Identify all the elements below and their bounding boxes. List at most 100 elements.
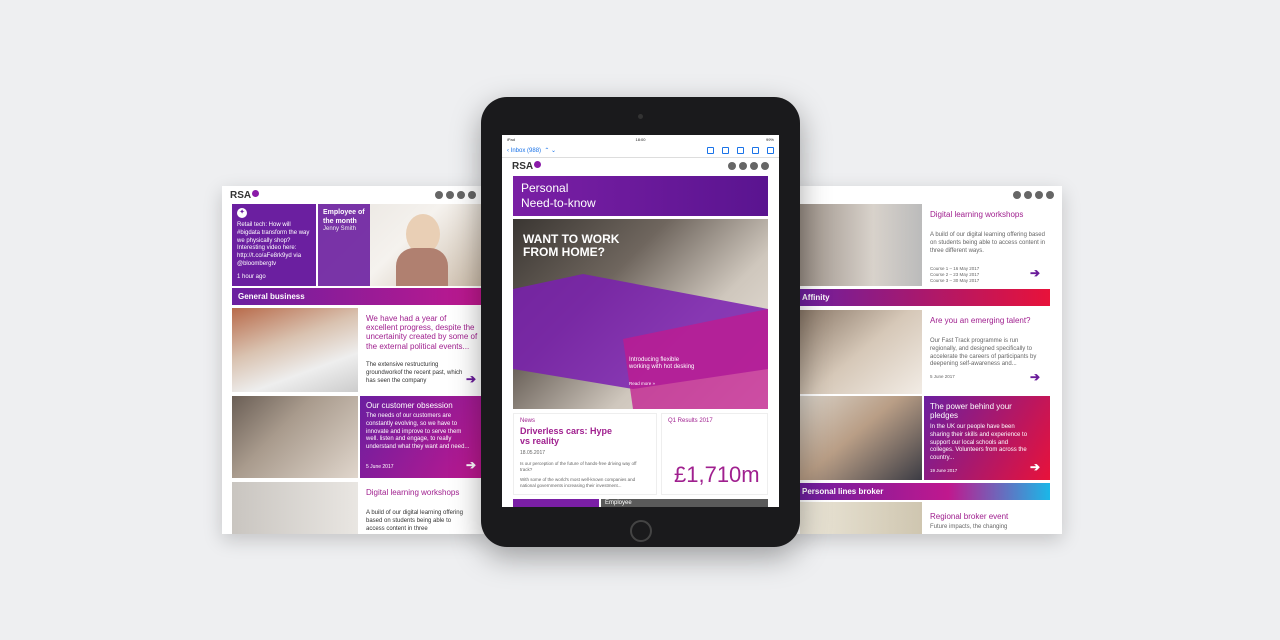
ipad-device: iPad 18:00 99% ‹ Inbox (988) ⌃ ⌄ RSA Per…	[481, 97, 800, 547]
arrow-right-icon[interactable]: ➔	[466, 458, 476, 472]
article-photo-broker	[800, 502, 922, 534]
arrow-right-icon[interactable]: ➔	[1030, 370, 1040, 384]
right-article1-title[interactable]: Digital learning workshops	[930, 210, 1040, 219]
news-date: 18.05.2017	[520, 450, 546, 456]
banner-subtitle: Need-to-know	[521, 196, 596, 210]
arrow-right-icon[interactable]: ➔	[1030, 460, 1040, 474]
arrow-right-icon[interactable]: ➔	[1030, 266, 1040, 280]
twitter-icon[interactable]	[446, 191, 454, 199]
inbox-back-button[interactable]: ‹ Inbox (988) ⌃ ⌄	[507, 147, 556, 154]
customer-obsession-card[interactable]: Our customer obsession The needs of our …	[360, 396, 484, 478]
home-button[interactable]	[630, 520, 652, 542]
tweet-text: Retail tech: How will #bigdata transform…	[237, 222, 310, 267]
facebook-icon[interactable]	[1013, 191, 1021, 199]
article1-title[interactable]: We have had a year of excellent progress…	[366, 314, 478, 351]
bottom-card-purple	[513, 499, 599, 507]
right-article4-title[interactable]: Regional broker event	[930, 512, 1040, 521]
news-label: News	[520, 418, 536, 424]
banner-title: Personal	[521, 181, 569, 195]
article3-body: A build of our digital learning offering…	[366, 510, 463, 532]
right-newsletter-panel: Digital learning workshops A build of ou…	[796, 186, 1062, 534]
hero-caption: Introducing flexible working with hot de…	[629, 357, 695, 371]
twitter-icon: ✦	[237, 208, 247, 218]
social-icons	[728, 162, 769, 170]
bottom-card-employee: Employee	[601, 499, 768, 507]
googleplus-icon[interactable]	[1035, 191, 1043, 199]
personal-banner: Personal Need-to-know	[513, 176, 768, 216]
tweet-time: 1 hour ago	[237, 274, 266, 280]
article2-date: 5 June 2017	[366, 464, 394, 470]
results-card[interactable]: Q1 Results 2017 £1,710m	[661, 413, 768, 495]
article-photo-cyclist	[232, 482, 358, 534]
tweet-card[interactable]: ✦ Retail tech: How will #bigdata transfo…	[232, 204, 316, 286]
twitter-icon[interactable]	[1024, 191, 1032, 199]
compose-icon[interactable]	[767, 146, 774, 154]
trash-icon[interactable]	[737, 146, 744, 154]
status-bar: iPad 18:00 99%	[502, 135, 779, 143]
right-article2-body: Our Fast Track programme is run regional…	[930, 338, 1037, 368]
device-label: iPad	[507, 136, 516, 142]
article2-body: The needs of our customers are constantl…	[366, 413, 470, 451]
folder-icon[interactable]	[722, 146, 729, 154]
camera-icon	[638, 114, 643, 119]
news-card[interactable]: News Driverless cars: Hype vs reality 18…	[513, 413, 657, 495]
left-topbar: RSA	[222, 186, 484, 204]
flag-icon[interactable]	[707, 146, 714, 154]
course-item: Course 3 – 30 May 2017	[930, 277, 980, 283]
hero-banner[interactable]: WANT TO WORK FROM HOME? Introducing flex…	[513, 219, 768, 409]
right-article3-title: The power behind your pledges	[930, 402, 1012, 421]
reply-icon[interactable]	[752, 146, 759, 154]
battery: 99%	[765, 136, 774, 142]
section-general-business: General business	[232, 288, 484, 305]
results-value: £1,710m	[674, 462, 760, 487]
right-article2-date: 5 June 2017	[930, 374, 955, 379]
article-photo-meeting	[800, 310, 922, 394]
article-photo-cyclist	[800, 204, 922, 286]
section-affinity: Affinity	[796, 289, 1050, 306]
news-title: Driverless cars: Hype vs reality	[520, 426, 613, 446]
right-article2-title[interactable]: Are you an emerging talent?	[930, 316, 1040, 325]
right-article1-body: A build of our digital learning offering…	[930, 232, 1046, 254]
hero-headline: WANT TO WORK FROM HOME?	[523, 232, 620, 260]
inbox-label: Inbox (988)	[510, 147, 542, 154]
course-item: Course 1 – 16 May 2017	[930, 266, 980, 271]
pledges-card[interactable]: The power behind your pledges In the UK …	[924, 396, 1050, 480]
social-icons	[1013, 191, 1054, 199]
news-body: Is our perception of the future of hands…	[520, 461, 637, 472]
article-photo-dog	[232, 396, 358, 478]
article-photo-laptop	[232, 308, 358, 392]
clock: 18:00	[635, 136, 646, 142]
read-more-link[interactable]: Read more »	[629, 381, 655, 386]
course-list: Course 1 – 16 May 2017 Course 2 – 23 May…	[930, 266, 979, 284]
right-article3-body: In the UK our people have been sharing t…	[930, 424, 1028, 462]
social-icons	[435, 191, 476, 199]
googleplus-icon[interactable]	[750, 162, 758, 170]
article2-title: Our customer obsession	[366, 401, 453, 410]
rsa-logo: RSA	[512, 160, 542, 172]
mail-action-icons	[707, 146, 774, 154]
arrow-right-icon[interactable]: ➔	[466, 372, 476, 386]
linkedin-icon[interactable]	[1046, 191, 1054, 199]
course-item: Course 2 – 23 May 2017	[930, 271, 980, 277]
right-article4-body: Future impacts, the changing	[930, 524, 1008, 530]
googleplus-icon[interactable]	[457, 191, 465, 199]
facebook-icon[interactable]	[435, 191, 443, 199]
left-newsletter-panel: RSA ✦ Retail tech: How will #bigdata tra…	[222, 186, 484, 534]
news-body: With some of the world's most well-known…	[520, 477, 636, 488]
article1-body: The extensive restructuring groundworkof…	[366, 362, 463, 384]
rsa-logo: RSA	[230, 189, 260, 201]
article3-title[interactable]: Digital learning workshops	[366, 488, 466, 497]
twitter-icon[interactable]	[739, 162, 747, 170]
employee-title: Employee of the month	[323, 209, 365, 226]
linkedin-icon[interactable]	[761, 162, 769, 170]
right-article3-date: 19 June 2017	[930, 468, 958, 473]
employee-of-month-card[interactable]: Employee of the month Jenny Smith	[318, 204, 484, 286]
article-photo-man-eating	[800, 396, 922, 480]
mail-toolbar: ‹ Inbox (988) ⌃ ⌄	[502, 143, 779, 158]
facebook-icon[interactable]	[728, 162, 736, 170]
ipad-screen: iPad 18:00 99% ‹ Inbox (988) ⌃ ⌄ RSA Per…	[502, 135, 779, 507]
linkedin-icon[interactable]	[468, 191, 476, 199]
results-label: Q1 Results 2017	[668, 418, 713, 424]
right-topbar	[796, 186, 1062, 204]
employee-name: Jenny Smith	[323, 226, 357, 232]
